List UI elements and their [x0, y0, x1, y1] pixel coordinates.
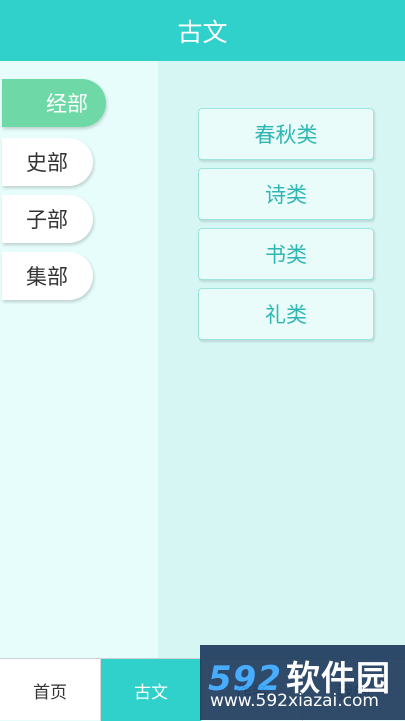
- tab-label: 古文: [134, 682, 168, 703]
- category-button-chunqiu[interactable]: 春秋类: [198, 108, 374, 160]
- page-title: 古文: [177, 17, 228, 47]
- tab-guwen[interactable]: 古文: [101, 659, 202, 721]
- sidebar-item-label: 子部: [26, 208, 68, 232]
- sidebar-item-shibu[interactable]: 史部: [2, 138, 93, 186]
- sidebar-item-zibu[interactable]: 子部: [2, 195, 93, 243]
- category-label: 书类: [265, 243, 307, 267]
- category-label: 春秋类: [254, 123, 318, 147]
- sidebar-item-label: 史部: [26, 151, 68, 175]
- category-label: 诗类: [265, 183, 307, 207]
- tab-home[interactable]: 首页: [0, 659, 101, 721]
- category-button-shi[interactable]: 诗类: [198, 168, 374, 220]
- site-watermark: 592 软件园 www.592xiazai.com: [200, 645, 405, 720]
- sidebar-item-jibu[interactable]: 集部: [2, 252, 93, 300]
- sidebar-item-label: 集部: [26, 265, 68, 289]
- category-button-li[interactable]: 礼类: [198, 288, 374, 340]
- watermark-url: www.592xiazai.com: [210, 691, 379, 711]
- category-label: 礼类: [265, 303, 307, 327]
- app-header: 古文: [0, 0, 405, 61]
- tab-label: 首页: [33, 682, 67, 703]
- category-button-shu[interactable]: 书类: [198, 228, 374, 280]
- sidebar-item-label: 经部: [46, 92, 88, 116]
- sidebar-item-jingbu[interactable]: 经部: [2, 79, 106, 127]
